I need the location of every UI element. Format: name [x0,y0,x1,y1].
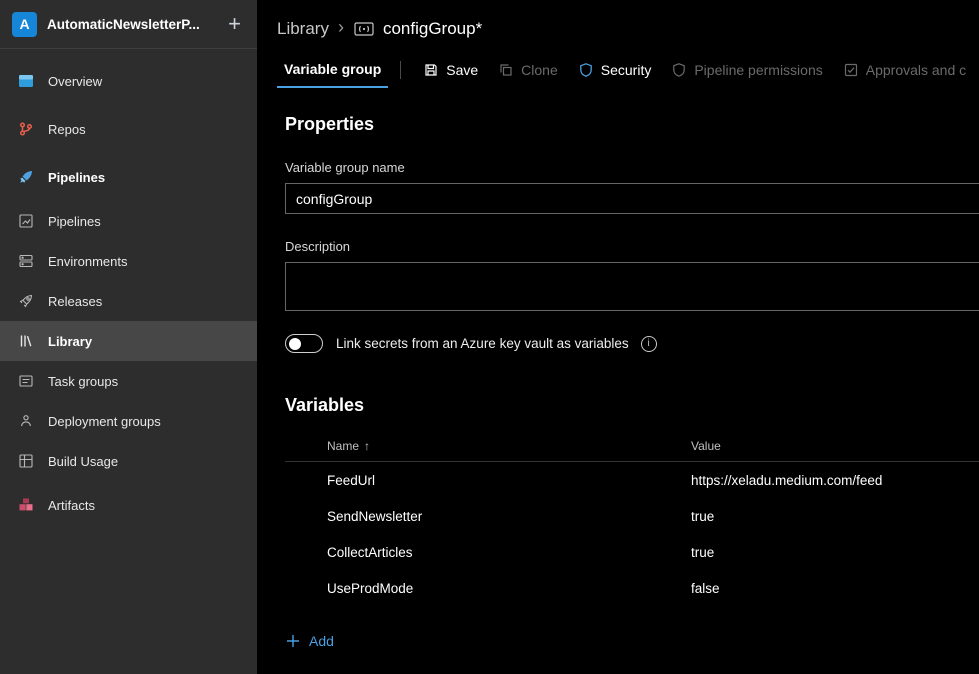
app-window: A AutomaticNewsletterP... + Overview Rep… [0,0,979,674]
toolbar-divider [400,61,401,79]
pipelines-rocket-icon [16,167,36,187]
sidebar-item-label: Releases [48,294,102,309]
variable-value: true [691,545,979,560]
sidebar-item-environments[interactable]: Environments [0,241,257,281]
sidebar-item-pipelines[interactable]: Pipelines [0,201,257,241]
properties-heading: Properties [285,114,979,135]
tab-label: Variable group [284,61,381,77]
sidebar-item-label: Library [48,334,92,349]
variable-value: https://xeladu.medium.com/feed [691,473,979,488]
clone-icon [498,62,514,78]
variable-group-name-label: Variable group name [285,160,979,175]
overview-icon [16,71,36,91]
sidebar-item-label: Artifacts [48,498,95,513]
variable-value: true [691,509,979,524]
clone-button[interactable]: Clone [498,62,558,78]
sidebar-item-releases[interactable]: Releases [0,281,257,321]
column-header-name[interactable]: Name [327,439,359,453]
variable-group-name-input[interactable] [285,183,979,214]
description-label: Description [285,239,979,254]
add-variable-button[interactable]: Add [285,633,334,649]
breadcrumb: Library › configGroup* [257,0,979,42]
table-row[interactable]: CollectArticles true [285,534,979,570]
project-avatar: A [12,12,37,37]
task-groups-icon [16,371,36,391]
toggle-knob [289,338,301,350]
save-button[interactable]: Save [423,62,478,78]
plus-icon [285,633,301,649]
sidebar-item-deployment-groups[interactable]: Deployment groups [0,401,257,441]
sidebar-item-task-groups[interactable]: Task groups [0,361,257,401]
project-name: AutomaticNewsletterP... [47,17,224,32]
deployment-groups-icon [16,411,36,431]
variable-name: UseProdMode [327,581,691,596]
info-icon[interactable]: i [641,336,657,352]
releases-rocket-icon [16,291,36,311]
variable-name: CollectArticles [327,545,691,560]
sidebar-item-label: Overview [48,74,102,89]
approvals-icon [843,62,859,78]
table-row[interactable]: SendNewsletter true [285,498,979,534]
table-header-row: Name ↑ Value [285,430,979,462]
chevron-right-icon: › [338,17,344,38]
build-usage-icon [16,451,36,471]
sidebar-item-repos[interactable]: Repos [0,105,257,153]
approvals-button[interactable]: Approvals and c [843,62,966,78]
sidebar-item-label: Task groups [48,374,118,389]
main-content: Library › configGroup* Variable group Sa… [257,0,979,674]
sidebar-item-label: Environments [48,254,127,269]
project-sidebar: A AutomaticNewsletterP... + Overview Rep… [0,0,257,674]
key-vault-toggle[interactable] [285,334,323,353]
table-row[interactable]: UseProdMode false [285,570,979,606]
security-shield-icon [578,62,594,78]
sidebar-item-label: Deployment groups [48,414,161,429]
sidebar-item-label: Pipelines [48,214,101,229]
sidebar-item-pipelines-hub[interactable]: Pipelines [0,153,257,201]
key-vault-toggle-row: Link secrets from an Azure key vault as … [285,334,979,353]
variables-section: Variables Name ↑ Value FeedUrl https://x… [285,395,979,654]
sidebar-item-overview[interactable]: Overview [0,57,257,105]
variable-name: SendNewsletter [327,509,691,524]
sidebar-item-artifacts[interactable]: Artifacts [0,481,257,529]
properties-section: Properties Variable group name Descripti… [285,114,979,353]
description-input[interactable] [285,262,979,311]
security-button[interactable]: Security [578,62,652,78]
toolbar: Variable group Save Clone Security [257,52,979,88]
column-header-value[interactable]: Value [691,439,979,453]
sort-ascending-icon: ↑ [364,439,370,453]
sidebar-item-build-usage[interactable]: Build Usage [0,441,257,481]
sidebar-item-library[interactable]: Library [0,321,257,361]
variable-value: false [691,581,979,596]
table-row[interactable]: FeedUrl https://xeladu.medium.com/feed [285,462,979,498]
library-icon [16,331,36,351]
form-content: Properties Variable group name Descripti… [257,114,979,654]
pipeline-permissions-button[interactable]: Pipeline permissions [671,62,822,78]
add-project-icon[interactable]: + [224,13,245,35]
project-switcher[interactable]: A AutomaticNewsletterP... + [0,0,257,49]
breadcrumb-library-link[interactable]: Library [277,19,329,39]
environments-icon [16,251,36,271]
variable-name: FeedUrl [327,473,691,488]
variables-heading: Variables [285,395,979,416]
save-icon [423,62,439,78]
artifacts-icon [16,495,36,515]
sidebar-item-label: Repos [48,122,86,137]
page-title: configGroup* [383,19,482,39]
sidebar-nav: Overview Repos Pipelines Pipelines [0,49,257,674]
sidebar-item-label: Pipelines [48,170,105,185]
pipeline-permissions-shield-icon [671,62,687,78]
repos-icon [16,119,36,139]
variables-table: Name ↑ Value FeedUrl https://xeladu.medi… [285,430,979,606]
tab-variable-group[interactable]: Variable group [277,52,388,88]
variable-group-icon [353,18,375,40]
pipelines-chart-icon [16,211,36,231]
key-vault-toggle-label: Link secrets from an Azure key vault as … [336,336,629,351]
sidebar-item-label: Build Usage [48,454,118,469]
